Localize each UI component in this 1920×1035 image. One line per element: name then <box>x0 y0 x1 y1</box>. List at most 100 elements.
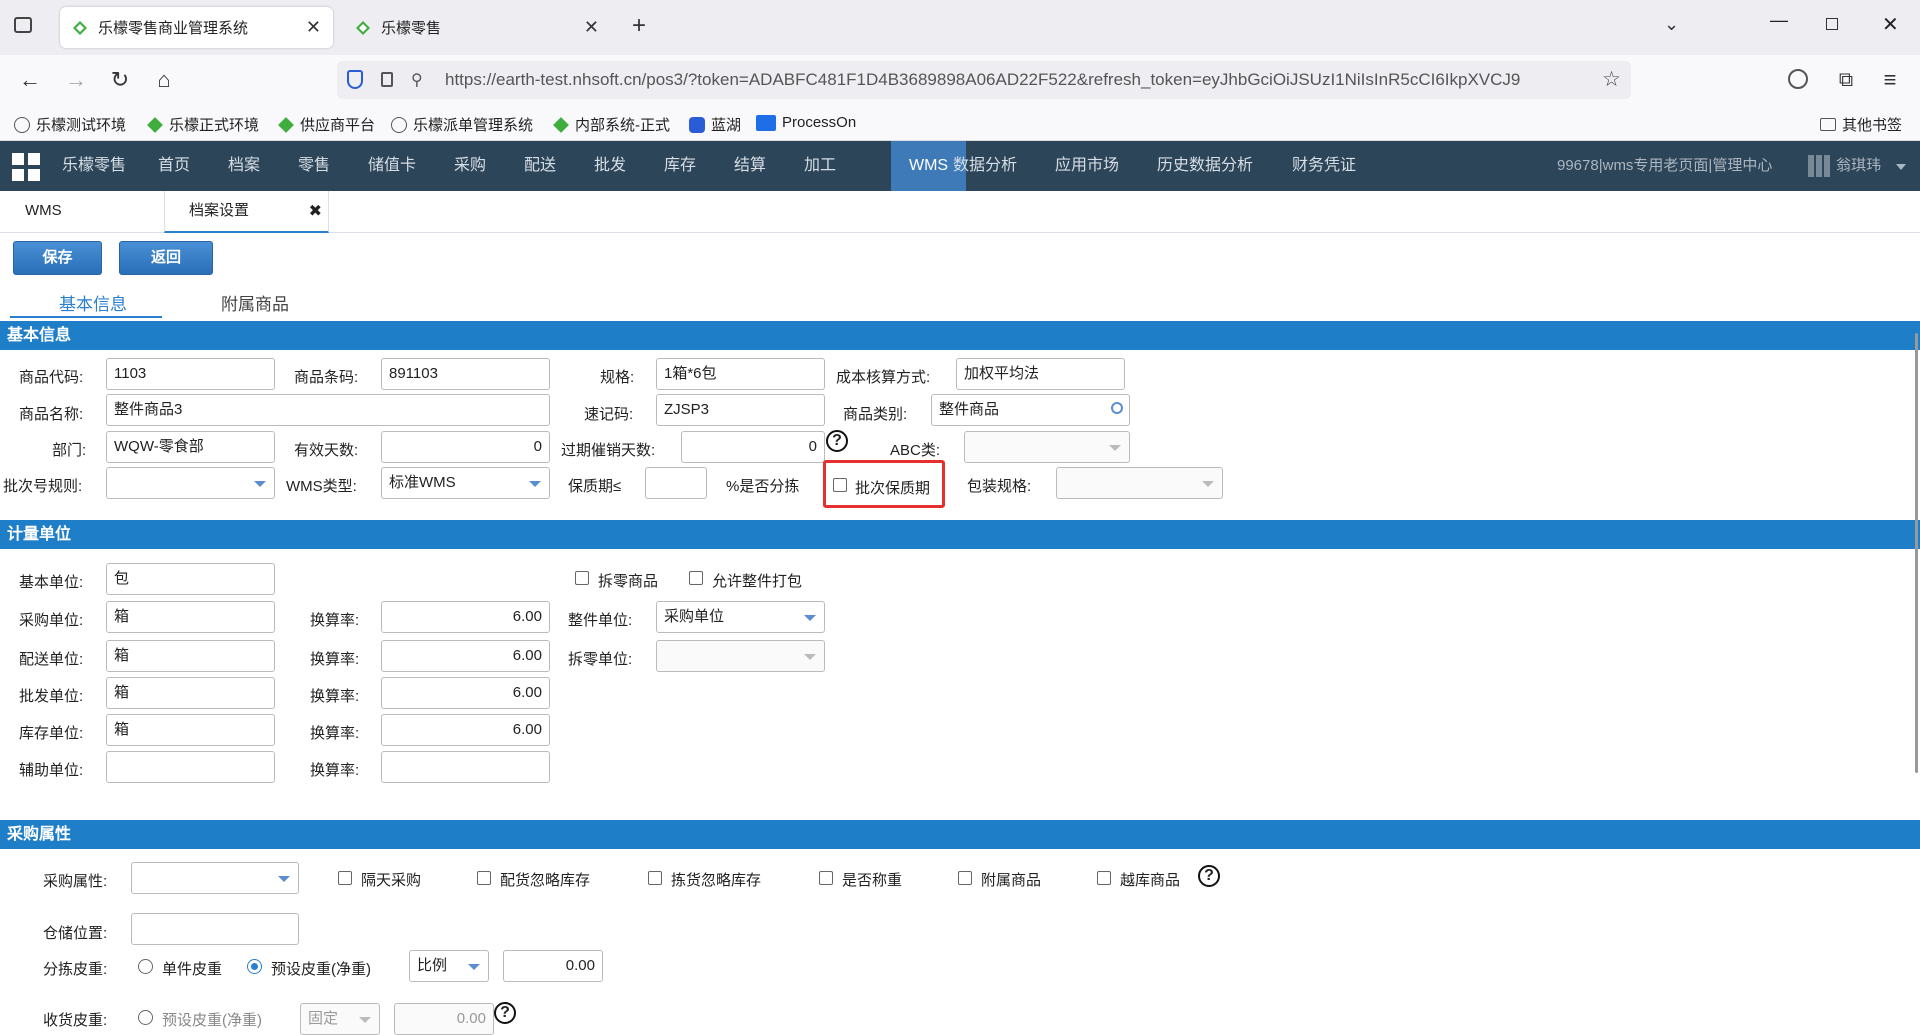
nav-purchase[interactable]: 采购 <box>454 141 486 191</box>
nav-home[interactable]: 首页 <box>158 141 190 191</box>
nav-app-market[interactable]: 应用市场 <box>1055 141 1119 191</box>
extensions-icon[interactable]: ⧉ <box>1830 65 1862 97</box>
purchase-unit-input[interactable]: 箱 <box>106 601 275 633</box>
weighing-checkbox[interactable] <box>819 871 833 885</box>
nav-delivery[interactable]: 配送 <box>524 141 556 191</box>
back-button[interactable]: 返回 <box>119 241 213 275</box>
valid-days-input[interactable]: 0 <box>381 431 550 463</box>
nav-data-analysis[interactable]: 数据分析 <box>953 141 1017 191</box>
aux-unit-input[interactable] <box>106 751 275 783</box>
scrollbar[interactable] <box>1915 333 1918 773</box>
wholesale-rate-input[interactable]: 6.00 <box>381 677 550 709</box>
nav-brand[interactable]: 乐檬零售 <box>62 141 126 191</box>
stock-rate-input[interactable]: 6.00 <box>381 714 550 746</box>
help-icon[interactable]: ? <box>1198 865 1220 887</box>
save-button[interactable]: 保存 <box>13 241 102 275</box>
nav-stored-card[interactable]: 储值卡 <box>368 141 416 191</box>
bookmark-item[interactable]: 内部系统-正式 <box>553 114 670 135</box>
nav-settlement[interactable]: 结算 <box>734 141 766 191</box>
bookmark-item[interactable]: 乐檬正式环境 <box>147 114 259 135</box>
forward-arrow-icon[interactable]: → <box>60 65 92 97</box>
grid-menu-icon[interactable] <box>12 153 40 181</box>
menu-icon[interactable]: ≡ <box>1874 65 1906 97</box>
attached-goods-checkbox[interactable] <box>958 871 972 885</box>
bookmark-item[interactable]: ProcessOn <box>756 114 856 131</box>
lock-icon[interactable] <box>381 72 393 87</box>
help-icon[interactable]: ? <box>826 430 848 452</box>
bookmark-item[interactable]: 乐檬派单管理系统 <box>391 114 533 135</box>
home-icon[interactable]: ⌂ <box>148 65 180 97</box>
cross-dock-checkbox[interactable] <box>1097 871 1111 885</box>
wms-type-select[interactable]: 标准WMS <box>381 467 550 499</box>
barcode-input[interactable]: 891103 <box>381 358 550 390</box>
tab-list-icon[interactable] <box>14 17 32 33</box>
url-text[interactable]: https://earth-test.nhsoft.cn/pos3/?token… <box>445 70 1585 90</box>
batch-shelf-life-checkbox[interactable] <box>833 478 847 492</box>
shield-icon[interactable] <box>347 70 363 89</box>
shelf-life-input[interactable] <box>645 467 707 499</box>
spec-input[interactable]: 1箱*6包 <box>656 358 825 390</box>
stock-unit-input[interactable]: 箱 <box>106 714 275 746</box>
browser-tab[interactable]: 乐檬零售 ✕ <box>343 7 611 48</box>
wholesale-unit-input[interactable]: 箱 <box>106 677 275 709</box>
mnemonic-input[interactable]: ZJSP3 <box>656 394 825 426</box>
help-icon[interactable]: ? <box>494 1002 516 1024</box>
next-day-purchase-checkbox[interactable] <box>338 871 352 885</box>
reload-icon[interactable]: ↻ <box>104 65 136 97</box>
nav-retail[interactable]: 零售 <box>298 141 330 191</box>
nav-wholesale[interactable]: 批发 <box>594 141 626 191</box>
minimize-icon[interactable]: — <box>1770 10 1788 31</box>
nav-history-analysis[interactable]: 历史数据分析 <box>1157 141 1253 191</box>
split-unit-select[interactable] <box>656 640 825 672</box>
close-tab-icon[interactable]: ✕ <box>584 17 599 38</box>
recv-mode-select[interactable]: 固定 <box>300 1003 380 1035</box>
delivery-rate-input[interactable]: 6.00 <box>381 640 550 672</box>
split-goods-checkbox[interactable] <box>575 571 589 585</box>
ignore-stock-picking-checkbox[interactable] <box>648 871 662 885</box>
bookmark-star-icon[interactable]: ☆ <box>1602 67 1621 92</box>
bookmark-item[interactable]: 蓝湖 <box>689 114 741 135</box>
nav-processing[interactable]: 加工 <box>804 141 836 191</box>
permissions-icon[interactable]: ⚲ <box>411 70 423 90</box>
browser-tab-active[interactable]: 乐檬零售商业管理系统 ✕ <box>60 7 333 48</box>
bookmark-item[interactable]: 乐檬测试环境 <box>14 114 126 135</box>
user-name[interactable]: 翁琪玮 <box>1836 141 1881 191</box>
subtab-basic-info[interactable]: 基本信息 <box>59 290 127 315</box>
recv-value-input[interactable]: 0.00 <box>394 1003 494 1035</box>
back-arrow-icon[interactable]: ← <box>14 65 46 97</box>
code-input[interactable]: 1103 <box>106 358 275 390</box>
caret-down-icon[interactable] <box>1896 164 1906 170</box>
subtab-attached-goods[interactable]: 附属商品 <box>221 290 289 315</box>
page-tab-wms[interactable]: WMS <box>25 191 62 233</box>
aux-rate-input[interactable] <box>381 751 550 783</box>
bookmark-item[interactable]: 供应商平台 <box>278 114 375 135</box>
close-window-icon[interactable]: ✕ <box>1882 12 1899 37</box>
expire-promo-input[interactable]: 0 <box>681 431 825 463</box>
nav-finance-voucher[interactable]: 财务凭证 <box>1292 141 1356 191</box>
chevron-down-icon[interactable]: ⌄ <box>1664 14 1679 35</box>
base-unit-input[interactable]: 包 <box>106 563 275 595</box>
purchase-attr-select[interactable] <box>131 862 299 894</box>
single-tare-radio[interactable] <box>138 959 153 974</box>
user-info[interactable]: 99678|wms专用老页面|管理中心 <box>1557 141 1772 191</box>
url-bar[interactable]: ⚲ https://earth-test.nhsoft.cn/pos3/?tok… <box>337 61 1631 99</box>
category-input[interactable]: 整件商品 <box>931 394 1130 426</box>
account-icon[interactable] <box>1788 69 1808 89</box>
abc-select[interactable] <box>964 431 1130 463</box>
dept-input[interactable]: WQW-零食部 <box>106 431 275 463</box>
close-tab-icon[interactable]: ✖ <box>309 192 322 232</box>
ignore-stock-delivery-checkbox[interactable] <box>477 871 491 885</box>
purchase-rate-input[interactable]: 6.00 <box>381 601 550 633</box>
bookmark-other[interactable]: 其他书签 <box>1820 114 1902 135</box>
nav-inventory[interactable]: 库存 <box>664 141 696 191</box>
cost-method-input[interactable]: 加权平均法 <box>956 358 1125 390</box>
allow-pack-checkbox[interactable] <box>689 571 703 585</box>
storage-input[interactable] <box>131 913 299 945</box>
batch-rule-select[interactable] <box>106 467 275 499</box>
pack-spec-select[interactable] <box>1056 467 1223 499</box>
close-tab-icon[interactable]: ✕ <box>306 17 321 38</box>
tare-mode-select[interactable]: 比例 <box>409 950 489 982</box>
restore-icon[interactable] <box>1826 18 1838 30</box>
whole-unit-select[interactable]: 采购单位 <box>656 601 825 633</box>
tare-value-input[interactable]: 0.00 <box>503 950 603 982</box>
